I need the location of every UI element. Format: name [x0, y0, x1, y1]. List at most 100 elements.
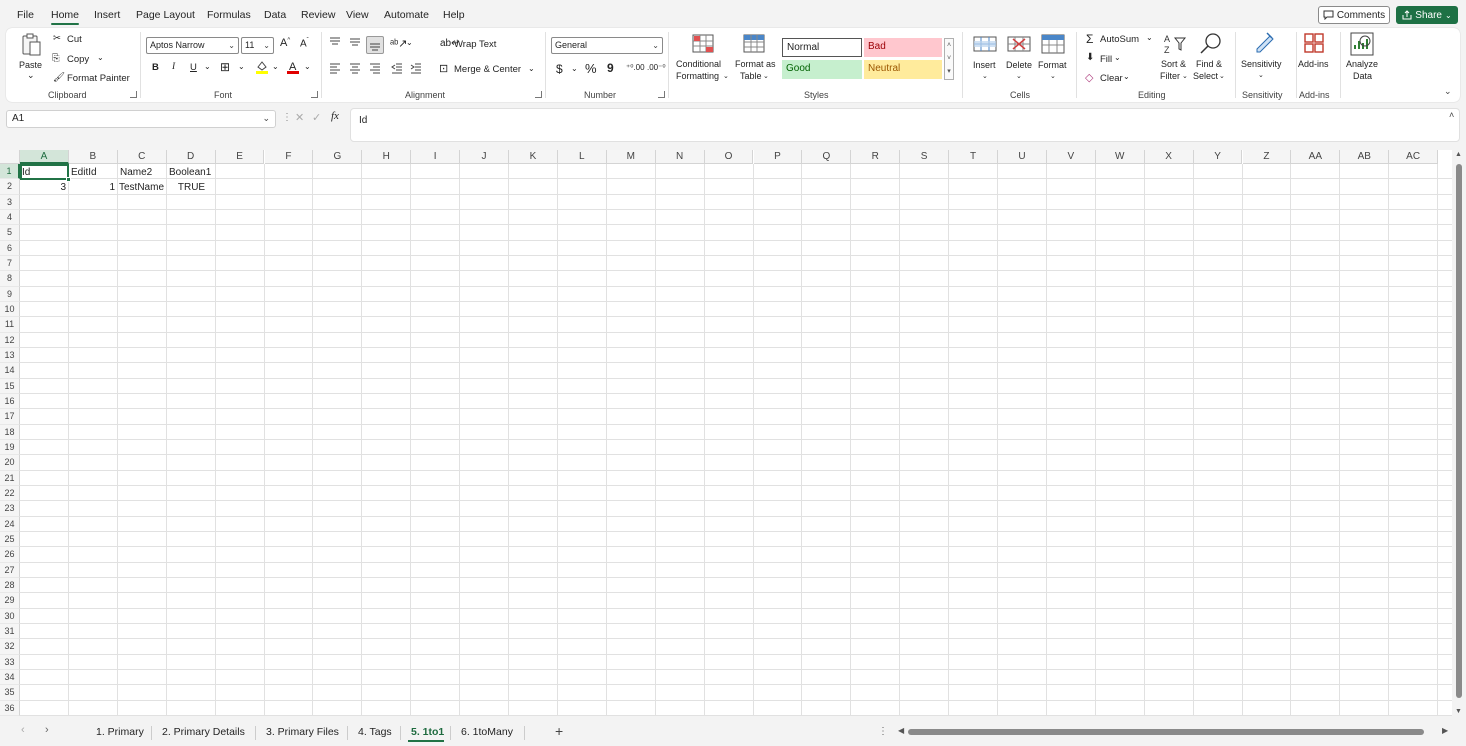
- row-header-2[interactable]: 2: [0, 179, 20, 195]
- row-header-27[interactable]: 27: [0, 562, 20, 578]
- column-header-B[interactable]: B: [68, 150, 118, 164]
- comma-button[interactable]: 9: [607, 61, 614, 75]
- sensitivity-icon[interactable]: [1253, 31, 1275, 55]
- analyze-data-label-1[interactable]: Analyze: [1346, 59, 1378, 70]
- column-header-E[interactable]: E: [215, 150, 265, 164]
- chevron-down-icon[interactable]: ⌄: [528, 64, 535, 73]
- cell-D1[interactable]: Boolean1: [168, 165, 215, 180]
- vertical-scrollbar[interactable]: ▲ ▼: [1452, 150, 1466, 720]
- chevron-down-icon[interactable]: ⌄: [1050, 71, 1056, 82]
- row-header-9[interactable]: 9: [0, 286, 20, 302]
- confirm-entry-icon[interactable]: ✓: [312, 111, 321, 124]
- sensitivity-button-label[interactable]: Sensitivity: [1241, 59, 1282, 70]
- row-header-5[interactable]: 5: [0, 225, 20, 241]
- sheet-tab-1to1[interactable]: 5. 1to1: [411, 726, 444, 738]
- font-size-combo[interactable]: 11 ⌄: [241, 37, 274, 54]
- number-format-combo[interactable]: General ⌄: [551, 37, 663, 54]
- format-painter-button[interactable]: Format Painter: [67, 73, 130, 84]
- format-as-table-label-1[interactable]: Format as: [735, 59, 776, 70]
- tab-automate[interactable]: Automate: [384, 9, 429, 21]
- add-sheet-button[interactable]: +: [555, 723, 563, 739]
- column-header-L[interactable]: L: [557, 150, 607, 164]
- orientation-icon[interactable]: ᵃᵇ↗: [390, 37, 407, 50]
- merge-center-icon[interactable]: ⊡: [439, 62, 448, 75]
- addins-icon[interactable]: [1303, 32, 1325, 54]
- cut-icon[interactable]: ✂: [53, 33, 61, 44]
- tab-view[interactable]: View: [346, 9, 369, 21]
- style-neutral[interactable]: Neutral: [864, 60, 942, 79]
- scroll-down-icon[interactable]: ▼: [1455, 708, 1462, 715]
- row-header-36[interactable]: 36: [0, 700, 20, 716]
- horizontal-scroll-thumb[interactable]: [908, 729, 1424, 735]
- row-header-30[interactable]: 30: [0, 608, 20, 624]
- decrease-decimal-icon[interactable]: .00⁻⁰: [647, 63, 666, 72]
- column-header-U[interactable]: U: [998, 150, 1047, 164]
- cancel-entry-icon[interactable]: ✕: [295, 111, 304, 124]
- column-header-S[interactable]: S: [900, 150, 950, 164]
- conditional-formatting-icon[interactable]: [692, 33, 714, 55]
- row-header-15[interactable]: 15: [0, 378, 20, 394]
- cut-button[interactable]: Cut: [67, 34, 82, 45]
- chevron-down-icon[interactable]: ⌄: [272, 62, 279, 71]
- style-good[interactable]: Good: [782, 60, 862, 79]
- chevron-down-icon[interactable]: ⌄: [982, 71, 988, 82]
- delete-cells-icon[interactable]: [1007, 33, 1031, 55]
- align-bottom-icon[interactable]: [366, 36, 384, 54]
- row-header-29[interactable]: 29: [0, 593, 20, 609]
- column-header-D[interactable]: D: [166, 150, 216, 164]
- row-header-35[interactable]: 35: [0, 685, 20, 701]
- addins-button-label[interactable]: Add-ins: [1298, 59, 1329, 70]
- collapse-formula-bar-icon[interactable]: ˄: [1449, 110, 1454, 120]
- clear-button[interactable]: Clear: [1100, 73, 1123, 84]
- underline-icon[interactable]: U: [190, 62, 197, 73]
- chevron-down-icon[interactable]: ⌄: [1182, 71, 1188, 82]
- row-header-19[interactable]: 19: [0, 439, 20, 456]
- row-header-21[interactable]: 21: [0, 470, 20, 486]
- increase-indent-icon[interactable]: [410, 62, 422, 74]
- share-button[interactable]: Share ⌄: [1396, 6, 1458, 24]
- number-launcher-icon[interactable]: [658, 91, 665, 98]
- align-middle-icon[interactable]: [349, 36, 361, 48]
- font-name-combo[interactable]: Aptos Narrow ⌄: [146, 37, 239, 54]
- chevron-down-icon[interactable]: ⌄: [204, 62, 211, 71]
- cell-C2[interactable]: TestName: [119, 180, 167, 195]
- wrap-text-button[interactable]: Wrap Text: [454, 39, 496, 50]
- cell-B2[interactable]: 1: [70, 180, 117, 195]
- align-left-icon[interactable]: [329, 62, 341, 74]
- ribbon-collapse-icon[interactable]: ⌄: [1444, 86, 1452, 97]
- column-header-T[interactable]: T: [949, 150, 998, 164]
- chevron-down-icon[interactable]: ⌄: [1146, 33, 1153, 42]
- tab-formulas[interactable]: Formulas: [207, 9, 251, 21]
- row-header-1[interactable]: 1: [0, 164, 20, 180]
- conditional-formatting-label-1[interactable]: Conditional: [676, 59, 721, 70]
- sheet-tab-primary[interactable]: 1. Primary: [96, 726, 144, 738]
- comments-button[interactable]: Comments: [1318, 6, 1390, 24]
- row-header-25[interactable]: 25: [0, 531, 20, 548]
- format-as-table-label-2[interactable]: Table: [740, 71, 762, 82]
- sheet-tab-primary-details[interactable]: 2. Primary Details: [162, 726, 245, 738]
- bold-icon[interactable]: B: [152, 62, 159, 73]
- row-header-18[interactable]: 18: [0, 424, 20, 440]
- insert-label[interactable]: Insert: [973, 60, 996, 71]
- sort-filter-label-2[interactable]: Filter: [1160, 71, 1180, 82]
- row-header-34[interactable]: 34: [0, 669, 20, 686]
- fill-handle[interactable]: [66, 177, 71, 182]
- column-header-Z[interactable]: Z: [1242, 150, 1292, 164]
- format-as-table-icon[interactable]: [743, 33, 765, 55]
- format-painter-icon[interactable]: 🖌: [53, 72, 65, 83]
- analyze-data-icon[interactable]: [1349, 31, 1375, 57]
- delete-label[interactable]: Delete: [1006, 60, 1032, 71]
- tab-home[interactable]: Home: [51, 9, 79, 21]
- chevron-down-icon[interactable]: ⌄: [1114, 53, 1121, 62]
- autosum-button[interactable]: AutoSum: [1100, 34, 1139, 45]
- row-header-6[interactable]: 6: [0, 240, 20, 256]
- merge-center-button[interactable]: Merge & Center: [454, 64, 521, 75]
- tab-review[interactable]: Review: [301, 9, 335, 21]
- tab-file[interactable]: File: [17, 9, 34, 21]
- row-header-8[interactable]: 8: [0, 271, 20, 287]
- chevron-down-icon[interactable]: ⌄: [1445, 11, 1452, 20]
- cell-D2[interactable]: TRUE: [168, 180, 215, 195]
- decrease-indent-icon[interactable]: [391, 62, 403, 74]
- italic-icon[interactable]: I: [172, 62, 175, 72]
- name-box[interactable]: A1 ⌄: [6, 110, 276, 128]
